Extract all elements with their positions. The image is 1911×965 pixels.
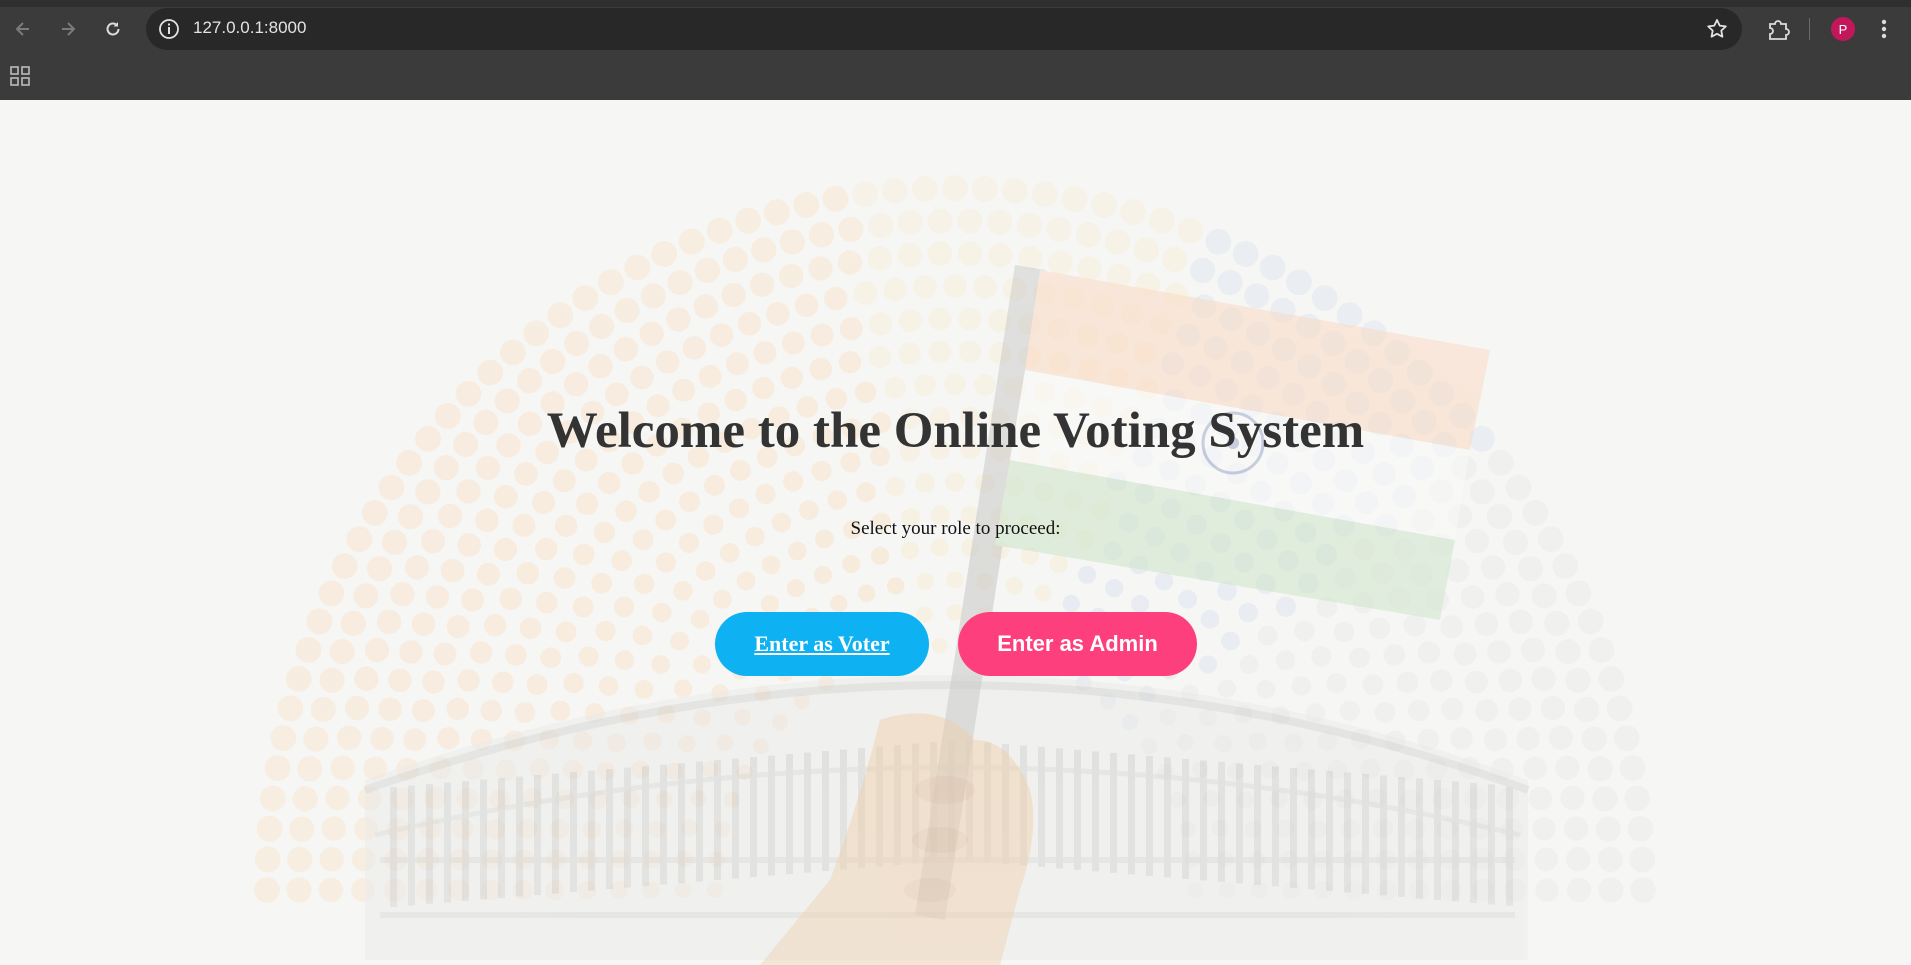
star-icon[interactable] [1704, 16, 1730, 42]
back-arrow-icon[interactable] [7, 13, 39, 45]
kebab-menu-icon[interactable] [1874, 15, 1894, 43]
url-text[interactable]: 127.0.0.1:8000 [193, 18, 306, 38]
landing-content: Welcome to the Online Voting System Sele… [0, 100, 1911, 965]
address-bar[interactable]: 127.0.0.1:8000 [146, 8, 1742, 50]
puzzle-icon[interactable] [1764, 15, 1792, 43]
reload-icon[interactable] [97, 13, 129, 45]
forward-arrow-icon[interactable] [52, 13, 84, 45]
page-title: Welcome to the Online Voting System [546, 403, 1365, 459]
profile-avatar[interactable]: P [1831, 17, 1855, 41]
role-prompt: Select your role to proceed: [850, 518, 1061, 539]
enter-as-admin-button[interactable]: Enter as Admin [958, 612, 1197, 676]
browser-toolbar: 127.0.0.1:8000 P [0, 0, 1911, 100]
enter-as-voter-button[interactable]: Enter as Voter [715, 612, 929, 676]
info-icon[interactable] [157, 17, 181, 41]
tab-strip [0, 0, 1911, 7]
page-viewport: Welcome to the Online Voting System Sele… [0, 100, 1911, 965]
apps-grid-icon[interactable] [10, 66, 30, 86]
toolbar-divider [1809, 18, 1810, 40]
